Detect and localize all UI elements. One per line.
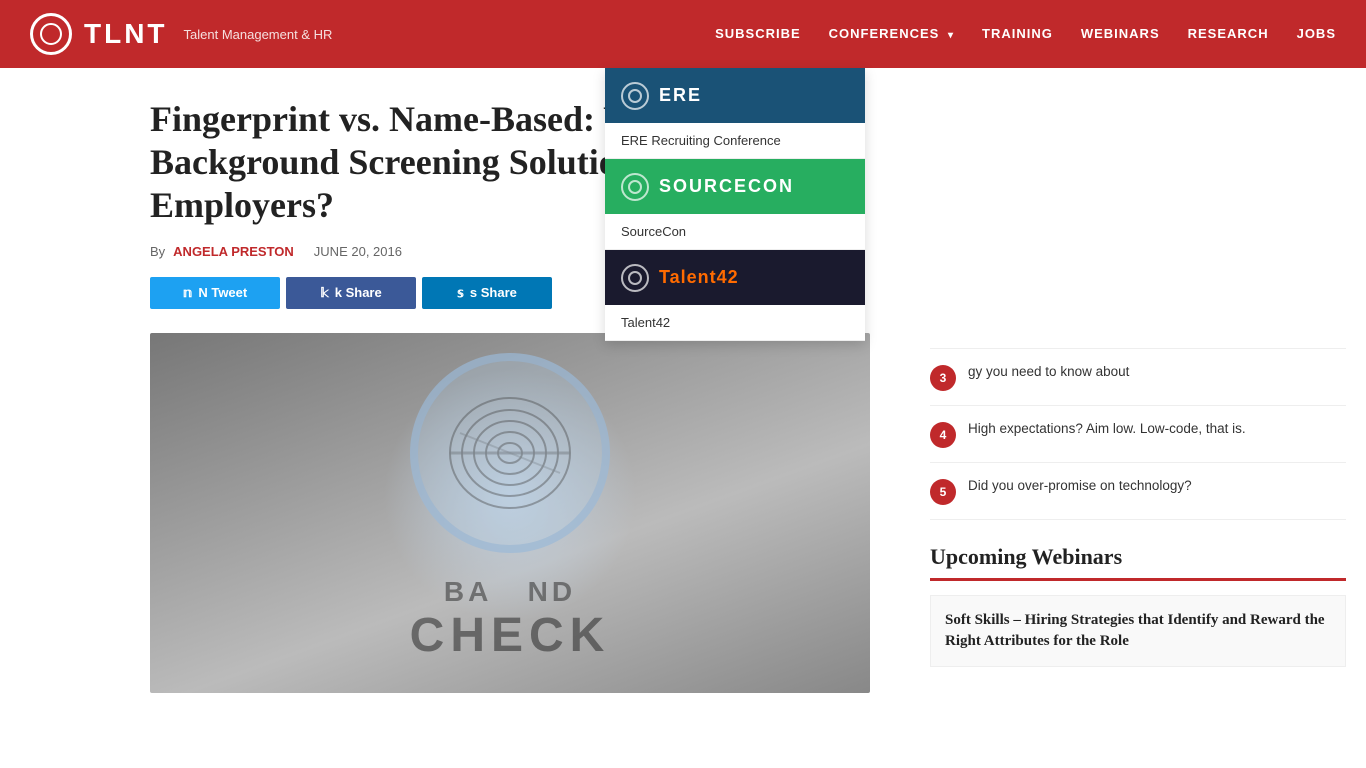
webinars-section: Upcoming Webinars Soft Skills – Hiring S…: [930, 544, 1346, 667]
sourcecon-circle-icon: [621, 173, 649, 201]
related-number-3: 3: [930, 365, 956, 391]
webinars-underline: [930, 578, 1346, 581]
conf-item-talent42[interactable]: Talent42 Talent42: [605, 250, 865, 341]
conf-item-ere[interactable]: ERE ERE Recruiting Conference: [605, 68, 865, 159]
chevron-down-icon: ▾: [948, 30, 954, 41]
article-date: JUNE 20, 2016: [314, 244, 402, 259]
sourcecon-inner-circle-icon: [628, 180, 642, 194]
sidebar: 3 gy you need to know about 4 High expec…: [910, 68, 1366, 723]
webinar-card-title: Soft Skills – Hiring Strategies that Ide…: [945, 610, 1331, 652]
talent42-circle-icon: [621, 264, 649, 292]
talent42-sublabel: Talent42: [605, 305, 865, 340]
related-item-4: 4 High expectations? Aim low. Low-code, …: [930, 406, 1346, 463]
bg-check-text: BA ND CHECK: [410, 576, 611, 663]
related-item-3: 3 gy you need to know about: [930, 349, 1346, 406]
tweet-button[interactable]: 𝕟 N Tweet: [150, 277, 280, 309]
main-nav: SUBSCRIBE CONFERENCES ▾ TRAINING WEBINAR…: [715, 25, 1336, 43]
by-label: By: [150, 244, 165, 259]
nav-conferences[interactable]: CONFERENCES ▾: [829, 25, 954, 43]
related-articles: 3 gy you need to know about 4 High expec…: [930, 348, 1346, 520]
ere-label: ERE: [659, 85, 702, 106]
related-number-4: 4: [930, 422, 956, 448]
webinars-heading: Upcoming Webinars: [930, 544, 1346, 570]
facebook-share-button[interactable]: 𝕜 k Share: [286, 277, 416, 309]
nav-subscribe[interactable]: SUBSCRIBE: [715, 25, 801, 43]
site-logo-text: TLNT: [84, 18, 168, 50]
talent42-label: Talent42: [659, 267, 739, 288]
nav-training[interactable]: TRAINING: [982, 25, 1053, 43]
webinar-card[interactable]: Soft Skills – Hiring Strategies that Ide…: [930, 595, 1346, 667]
tweet-icon: 𝕟: [183, 285, 193, 301]
conf-banner-sourcecon: SOURCECON: [605, 159, 865, 214]
talent42-inner-circle-icon: [628, 271, 642, 285]
logo-inner-circle-icon: [40, 23, 62, 45]
fingerprint-svg: [420, 363, 600, 543]
ere-sublabel: ERE Recruiting Conference: [605, 123, 865, 158]
nav-research[interactable]: RESEARCH: [1188, 25, 1269, 43]
image-bg: BA ND CHECK: [150, 333, 870, 693]
related-number-5: 5: [930, 479, 956, 505]
check-word-text: CHECK: [410, 608, 611, 663]
conf-banner-ere: ERE: [605, 68, 865, 123]
sourcecon-sublabel: SourceCon: [605, 214, 865, 249]
related-text-4[interactable]: High expectations? Aim low. Low-code, th…: [968, 420, 1246, 439]
site-header: TLNT Talent Management & HR SUBSCRIBE CO…: [0, 0, 1366, 68]
sourcecon-label: SOURCECON: [659, 176, 794, 197]
nav-jobs[interactable]: JOBS: [1297, 25, 1336, 43]
nav-webinars[interactable]: WEBINARS: [1081, 25, 1160, 43]
logo-area[interactable]: TLNT Talent Management & HR: [30, 13, 332, 55]
conf-item-sourcecon[interactable]: SOURCECON SourceCon: [605, 159, 865, 250]
logo-circle-icon: [30, 13, 72, 55]
linkedin-share-button[interactable]: 𝕤 s Share: [422, 277, 552, 309]
ere-inner-circle-icon: [628, 89, 642, 103]
bg-word-text: BA ND: [410, 576, 611, 608]
conferences-dropdown: ERE ERE Recruiting Conference SOURCECON …: [605, 68, 865, 341]
ere-circle-icon: [621, 82, 649, 110]
related-item-5: 5 Did you over-promise on technology?: [930, 463, 1346, 520]
related-text-5[interactable]: Did you over-promise on technology?: [968, 477, 1192, 496]
related-text-3[interactable]: gy you need to know about: [968, 363, 1129, 382]
site-tagline: Talent Management & HR: [184, 27, 333, 42]
facebook-icon: 𝕜: [320, 285, 328, 301]
author-link[interactable]: ANGELA PRESTON: [173, 244, 294, 259]
linkedin-icon: 𝕤: [457, 285, 464, 301]
conf-banner-talent42: Talent42: [605, 250, 865, 305]
article-hero-image: BA ND CHECK: [150, 333, 870, 693]
